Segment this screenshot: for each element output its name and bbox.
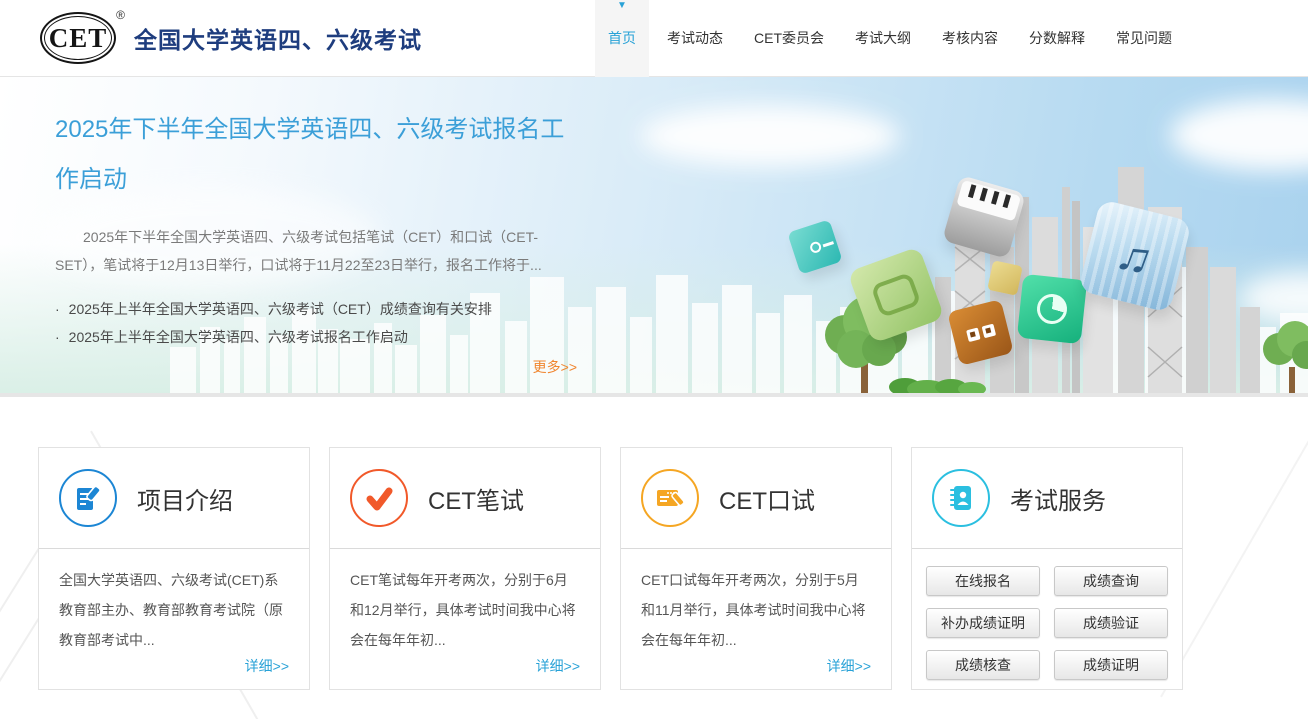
card-title: 考试服务 (1010, 481, 1106, 516)
cet-logo-oval: CET ® (40, 12, 116, 64)
news-item-text: 2025年上半年全国大学英语四、六级考试（CET）成绩查询有关安排 (69, 295, 492, 323)
nav-item-faq[interactable]: 常见问题 (1103, 0, 1185, 77)
nav-label: 考试动态 (667, 28, 723, 48)
nav-label: 常见问题 (1116, 28, 1172, 48)
registered-mark-icon: ® (116, 8, 126, 22)
cube-pie-chart-icon (1017, 274, 1087, 344)
score-recheck-button[interactable]: 成绩核查 (926, 650, 1040, 680)
feature-cards-section: 项目介绍 全国大学英语四、六级考试(CET)系教育部主办、教育部教育考试院（原教… (0, 397, 1308, 719)
card-head: CET笔试 (330, 448, 600, 549)
card-head: 考试服务 (912, 448, 1182, 549)
card-title: CET口试 (719, 481, 815, 516)
site-logo[interactable]: CET ® 全国大学英语四、六级考试 (40, 12, 422, 64)
news-item[interactable]: · 2025年上半年全国大学英语四、六级考试报名工作启动 (55, 323, 577, 351)
music-note-icon: ♫ (1110, 225, 1161, 288)
detail-link[interactable]: 详细>> (536, 656, 580, 676)
reissue-score-certificate-button[interactable]: 补办成绩证明 (926, 608, 1040, 638)
nav-label: 考核内容 (942, 28, 998, 48)
nav-item-cet-committee[interactable]: CET委员会 (741, 0, 837, 77)
nav-label: CET委员会 (754, 28, 824, 48)
nav-label: 分数解释 (1029, 28, 1085, 48)
card-cet-oral-test: CET口试 CET口试每年开考两次，分别于5月和11月举行，具体考试时间我中心将… (620, 447, 892, 690)
nav-label: 考试大纲 (855, 28, 911, 48)
bullet-icon: · (55, 323, 60, 351)
document-pen-icon (59, 469, 117, 527)
card-body: 全国大学英语四、六级考试(CET)系教育部主办、教育部教育考试院（原教育部考试中… (39, 549, 309, 655)
service-buttons: 在线报名 成绩查询 补办成绩证明 成绩验证 成绩核查 成绩证明 (912, 549, 1182, 680)
nav-item-assessment-content[interactable]: 考核内容 (929, 0, 1011, 77)
checkmark-icon (350, 469, 408, 527)
hero-headline-link[interactable]: 2025年下半年全国大学英语四、六级考试报名工作启动 (55, 105, 577, 205)
card-cet-written-test: CET笔试 CET笔试每年开考两次，分别于6月和12月举行，具体考试时间我中心将… (329, 447, 601, 690)
active-tab-marker-icon: ▼ (617, 1, 627, 11)
card-exam-services: 考试服务 在线报名 成绩查询 补办成绩证明 成绩验证 成绩核查 成绩证明 (911, 447, 1183, 690)
speaking-test-icon (641, 469, 699, 527)
cube-yellow-icon (987, 260, 1023, 296)
hero-summary: 2025年下半年全国大学英语四、六级考试包括笔试（CET）和口试（CET-SET… (55, 223, 577, 279)
news-list: · 2025年上半年全国大学英语四、六级考试（CET）成绩查询有关安排 · 20… (55, 295, 577, 351)
nav-label: 首页 (608, 28, 636, 48)
online-registration-button[interactable]: 在线报名 (926, 566, 1040, 596)
address-book-icon (932, 469, 990, 527)
nav-item-exam-syllabus[interactable]: 考试大纲 (842, 0, 924, 77)
site-header: CET ® 全国大学英语四、六级考试 ▼ 首页 考试动态 CET委员会 考试大纲… (0, 0, 1308, 77)
card-project-intro: 项目介绍 全国大学英语四、六级考试(CET)系教育部主办、教育部教育考试院（原教… (38, 447, 310, 690)
card-head: CET口试 (621, 448, 891, 549)
news-item-text: 2025年上半年全国大学英语四、六级考试报名工作启动 (69, 323, 408, 351)
card-body: CET笔试每年开考两次，分别于6月和12月举行，具体考试时间我中心将会在每年年初… (330, 549, 600, 655)
score-query-button[interactable]: 成绩查询 (1054, 566, 1168, 596)
hero-banner: ♫ 2025年下半年全国大学英语四、六级考试报名工作启动 2025年下半年全国大… (0, 77, 1308, 397)
score-verification-button[interactable]: 成绩验证 (1054, 608, 1168, 638)
card-title: 项目介绍 (137, 481, 233, 516)
bullet-icon: · (55, 295, 60, 323)
nav-item-home[interactable]: ▼ 首页 (595, 0, 649, 77)
score-certificate-button[interactable]: 成绩证明 (1054, 650, 1168, 680)
site-title: 全国大学英语四、六级考试 (134, 21, 422, 55)
card-title: CET笔试 (428, 481, 524, 516)
card-head: 项目介绍 (39, 448, 309, 549)
detail-link[interactable]: 详细>> (245, 656, 289, 676)
cet-logo-text: CET (49, 23, 108, 54)
hero-news-panel: 2025年下半年全国大学英语四、六级考试报名工作启动 2025年下半年全国大学英… (55, 105, 577, 377)
nav-item-exam-news[interactable]: 考试动态 (654, 0, 736, 77)
news-item[interactable]: · 2025年上半年全国大学英语四、六级考试（CET）成绩查询有关安排 (55, 295, 577, 323)
card-body: CET口试每年开考两次，分别于5月和11月举行，具体考试时间我中心将会在每年年初… (621, 549, 891, 655)
detail-link[interactable]: 详细>> (827, 656, 871, 676)
nav-item-score-interpretation[interactable]: 分数解释 (1016, 0, 1098, 77)
more-link[interactable]: 更多>> (55, 357, 577, 377)
main-nav: ▼ 首页 考试动态 CET委员会 考试大纲 考核内容 分数解释 常见问题 (590, 0, 1185, 77)
